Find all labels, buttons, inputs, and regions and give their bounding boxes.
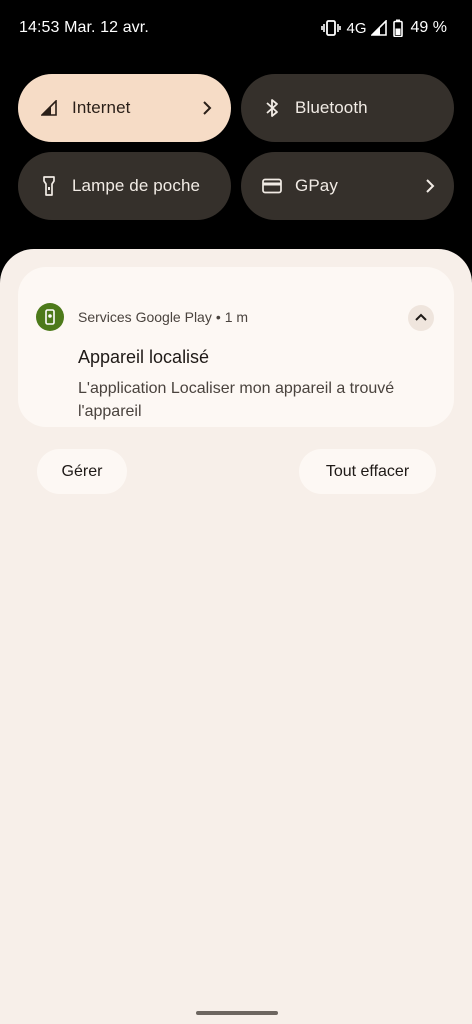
notification-title: Appareil localisé — [78, 347, 210, 367]
notification-shade-screen: 14:53 Mar. 12 avr. 4G 49 % Internet Blue… — [0, 0, 472, 1024]
tile-flashlight-label: Lampe de poche — [72, 176, 201, 195]
chevron-right-icon — [425, 178, 435, 194]
vibrate-icon — [320, 20, 341, 36]
chevron-up-icon — [414, 309, 428, 327]
tile-internet[interactable]: Internet — [18, 74, 231, 142]
collapse-notification-button[interactable] — [408, 305, 434, 331]
battery-percent: 49 % — [410, 19, 447, 36]
notification-card[interactable]: Services Google Play • 1 m Appareil locali… — [18, 267, 454, 427]
notification-panel: Services Google Play • 1 m Appareil locali… — [0, 249, 472, 1024]
tile-bluetooth-label: Bluetooth — [295, 98, 368, 117]
tile-flashlight[interactable]: Lampe de poche — [18, 152, 231, 220]
clear-all-button[interactable]: Tout effacer — [299, 449, 436, 494]
flashlight-icon — [39, 176, 59, 196]
credit-card-icon — [262, 176, 282, 196]
notification-separator: • — [215, 309, 221, 325]
notification-text: L'application Localiser mon appareil a t… — [78, 380, 395, 420]
notification-app-name: Services Google Play — [78, 309, 212, 325]
status-icons: 4G 49 % — [320, 17, 447, 39]
battery-icon — [392, 19, 403, 37]
network-type: 4G — [346, 19, 367, 37]
manage-button[interactable]: Gérer — [37, 449, 127, 494]
bluetooth-icon — [262, 98, 282, 118]
home-indicator[interactable] — [196, 1011, 278, 1015]
cell-signal-icon — [39, 98, 59, 118]
find-my-device-icon — [36, 303, 64, 331]
chevron-right-icon — [202, 100, 212, 116]
tile-gpay-label: GPay — [295, 176, 338, 195]
status-bar: 14:53 Mar. 12 avr. 4G 49 % — [0, 0, 472, 56]
tile-internet-label: Internet — [72, 98, 131, 117]
notification-header: Services Google Play • 1 m — [78, 309, 248, 325]
notification-time: 1 m — [224, 309, 249, 325]
tile-gpay[interactable]: GPay — [241, 152, 454, 220]
status-time-date: 14:53 Mar. 12 avr. — [19, 19, 149, 36]
signal-icon — [370, 20, 387, 36]
tile-bluetooth[interactable]: Bluetooth — [241, 74, 454, 142]
